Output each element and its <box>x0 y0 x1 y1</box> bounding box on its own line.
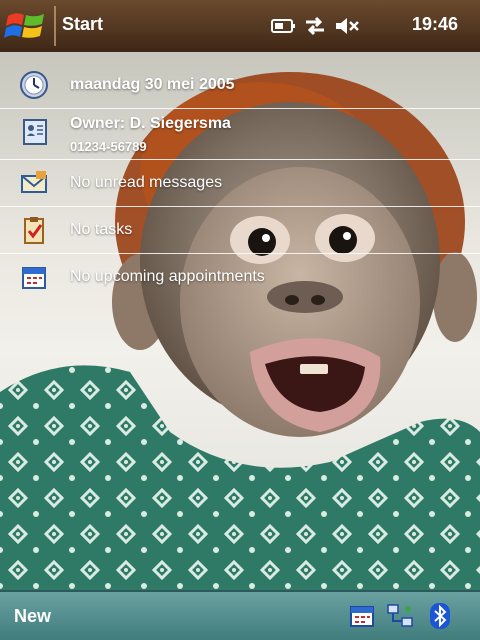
tasks-clipboard-icon <box>24 217 44 244</box>
windows-start-icon[interactable] <box>4 6 48 46</box>
signal-icon[interactable] <box>270 14 296 38</box>
bluetooth-icon[interactable] <box>426 602 454 630</box>
volume-mute-icon[interactable] <box>334 14 360 38</box>
appointments-status: No upcoming appointments <box>70 268 265 285</box>
today-tasks-row[interactable]: No tasks <box>0 207 480 254</box>
today-date: maandag 30 mei 2005 <box>70 76 235 93</box>
new-button[interactable]: New <box>14 606 51 627</box>
owner-name: Owner: D. Siegersma <box>70 115 231 132</box>
title-bar: Start 19:46 <box>0 0 480 53</box>
pocketpc-screen: Start 19:46 maandag 30 mei 2005 Owner: D… <box>0 0 480 640</box>
today-owner-row[interactable]: Owner: D. Siegersma 01234-56789 <box>0 109 480 160</box>
menu-bar: New <box>0 590 480 640</box>
owner-phone: 01234-56789 <box>70 139 147 154</box>
today-messages-row[interactable]: No unread messages <box>0 160 480 207</box>
clock[interactable]: 19:46 <box>412 14 458 35</box>
connectivity-icon[interactable] <box>302 14 328 38</box>
today-appointments-row[interactable]: No upcoming appointments <box>0 254 480 300</box>
owner-card-icon <box>23 119 47 145</box>
envelope-icon <box>21 171 47 193</box>
messages-status: No unread messages <box>70 174 223 191</box>
today-date-row[interactable]: maandag 30 mei 2005 <box>0 62 480 109</box>
title-separator <box>54 6 56 46</box>
clock-icon <box>20 71 48 99</box>
calendar-icon[interactable] <box>348 602 376 630</box>
network-icon[interactable] <box>386 602 414 630</box>
page-title: Start <box>62 14 104 34</box>
today-wallpaper: maandag 30 mei 2005 Owner: D. Siegersma … <box>0 52 480 590</box>
tasks-status: No tasks <box>70 221 133 238</box>
calendar-icon <box>22 267 46 289</box>
